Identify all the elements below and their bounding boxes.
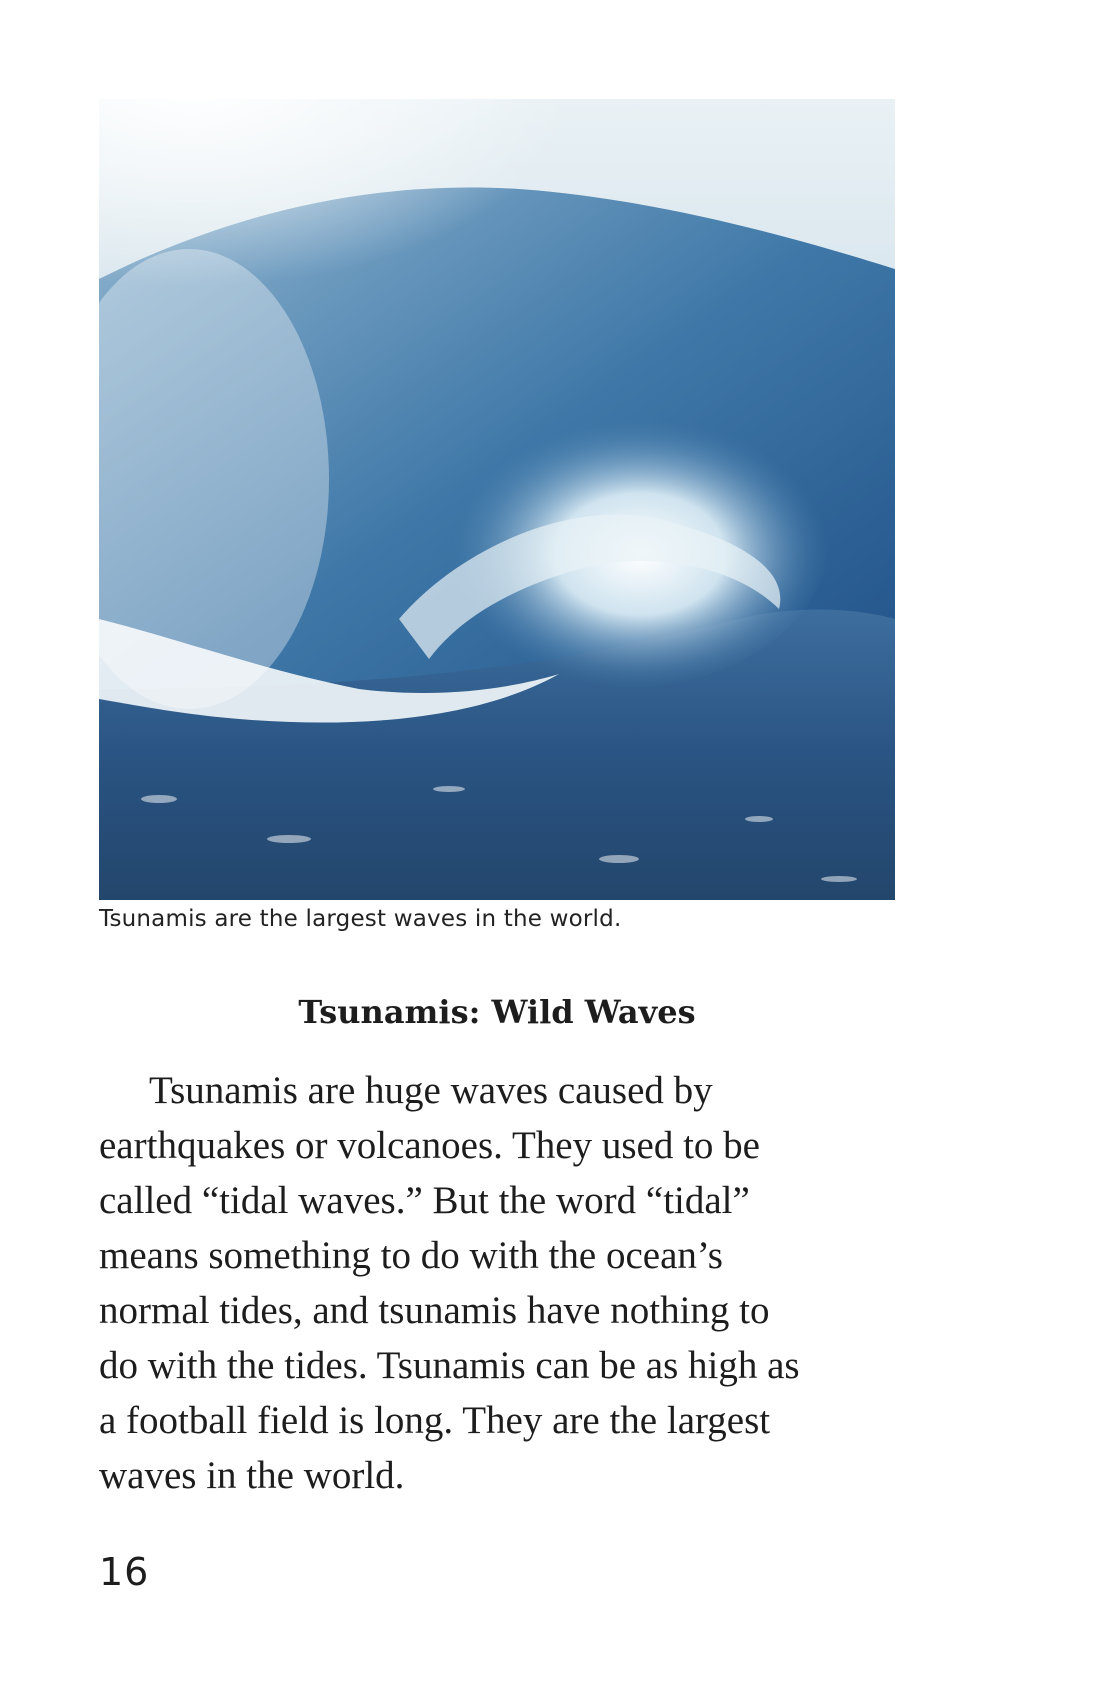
paragraph-line: do with the tides. Tsunamis can be as hi… [99, 1344, 800, 1387]
paragraph-line: a football field is long. They are the l… [99, 1399, 771, 1442]
paragraph-line: waves in the world. [99, 1454, 405, 1497]
photo-caption: Tsunamis are the largest waves in the wo… [99, 906, 622, 932]
paragraph-line: called “tidal waves.” But the word “tida… [99, 1179, 750, 1222]
section-heading: Tsunamis: Wild Waves [298, 993, 696, 1031]
wave-photo [99, 99, 895, 900]
paragraph-line: means something to do with the ocean’s [99, 1234, 723, 1277]
page-number: 16 [99, 1550, 150, 1594]
paragraph-line: normal tides, and tsunamis have nothing … [99, 1289, 770, 1332]
body-paragraph: Tsunamis are huge waves caused by earthq… [99, 1063, 899, 1503]
paragraph-line: earthquakes or volcanoes. They used to b… [99, 1124, 760, 1167]
paragraph-line: Tsunamis are huge waves caused by [149, 1069, 713, 1112]
